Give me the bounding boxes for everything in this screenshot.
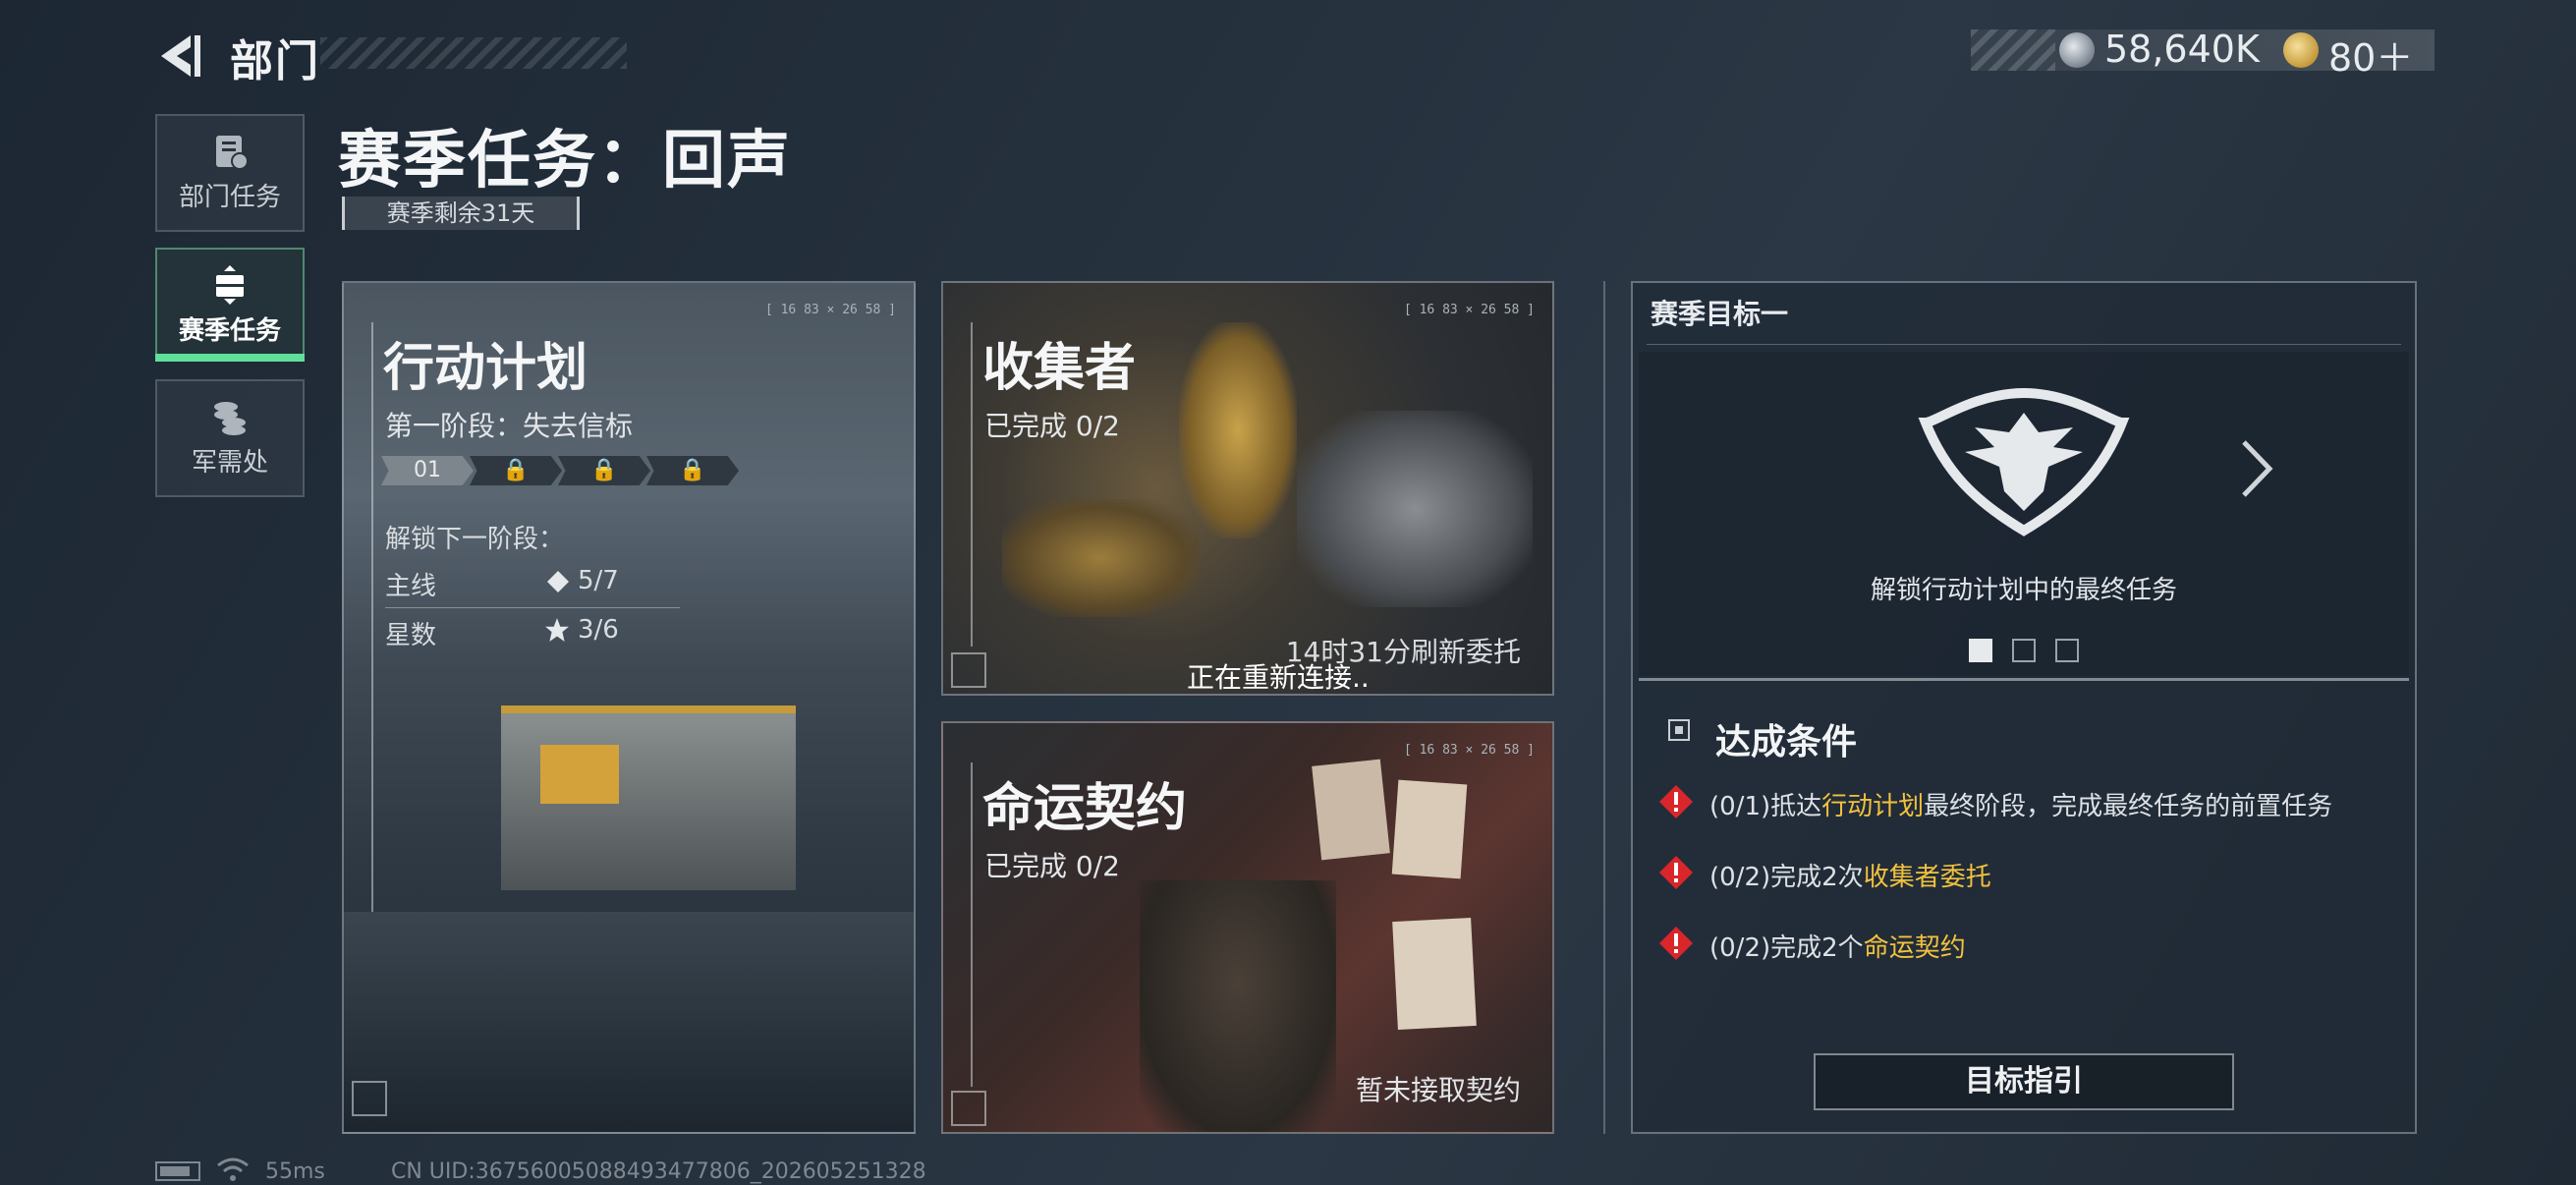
- season-task-icon: [216, 265, 244, 305]
- card-frame-line: [971, 322, 973, 647]
- header-stripe: [320, 37, 627, 69]
- season-remaining-badge: 赛季剩余31天: [342, 197, 580, 230]
- page-dot[interactable]: [2055, 639, 2079, 662]
- expand-corner-icon: [951, 652, 986, 688]
- stage-chip-locked: 🔒: [470, 456, 562, 485]
- silk-cloth: [1297, 411, 1533, 607]
- fate-progress: 已完成 0/2: [984, 850, 1120, 882]
- collector-title: 收集者: [982, 339, 1137, 398]
- conditions-bullet-icon: [1668, 719, 1690, 741]
- warning-icon: [1659, 927, 1693, 960]
- fate-title: 命运契约: [982, 779, 1188, 838]
- wanted-poster: [1392, 917, 1477, 1031]
- warning-icon: [1659, 785, 1693, 818]
- sidebar-item-label: 军需处: [191, 448, 268, 478]
- diamond-icon: [547, 571, 569, 592]
- page-dot[interactable]: [2012, 639, 2036, 662]
- condition-3: (0/2)完成2个命运契约: [1709, 928, 1966, 964]
- condition-prefix: (0/1)抵达: [1709, 792, 1822, 821]
- silver-currency-value: 58,640K: [2104, 28, 2260, 71]
- star-icon: [545, 618, 569, 642]
- unlock-label: 解锁下一阶段：: [385, 525, 565, 554]
- stage-chip-locked: 🔒: [558, 456, 650, 485]
- wifi-icon: [217, 1157, 249, 1181]
- condition-prefix: (0/2)完成2次: [1709, 863, 1864, 892]
- main-value: 5/7: [578, 566, 619, 595]
- sidebar-item-quartermaster[interactable]: 军需处: [155, 379, 305, 497]
- operation-stage: 第一阶段：失去信标: [385, 410, 634, 442]
- lock-icon: 🔒: [590, 458, 618, 482]
- condition-suffix: 最终阶段，完成最终任务的前置任务: [1924, 792, 2333, 821]
- expand-corner-icon: [352, 1081, 387, 1116]
- condition-highlight: 收集者委托: [1863, 863, 1991, 892]
- sidebar-item-label: 部门任务: [178, 183, 281, 212]
- main-label: 主线: [385, 572, 437, 601]
- stars-label: 星数: [385, 621, 437, 650]
- base-water: [344, 912, 914, 1132]
- stage-chip-locked: 🔒: [646, 456, 739, 485]
- clipboard-icon: [216, 136, 249, 170]
- goal-separator: [1639, 678, 2409, 681]
- condition-2: (0/2)完成2次收集者委托: [1709, 857, 1991, 893]
- card-coord: [ 16 83 × 26 58 ]: [1403, 303, 1535, 317]
- wanted-poster: [1391, 779, 1468, 879]
- user-uid: CN UID:36756005088493477806_202605251328: [391, 1159, 926, 1184]
- goal-header-divider: [1647, 344, 2401, 345]
- page-dot-active[interactable]: [1969, 639, 1992, 662]
- ping-value: 55ms: [265, 1159, 325, 1184]
- condition-highlight: 命运契约: [1863, 933, 1966, 963]
- condition-1: (0/1)抵达行动计划最终阶段，完成最终任务的前置任务: [1709, 786, 2332, 822]
- goal-description: 解锁行动计划中的最终任务: [1870, 576, 2177, 605]
- conditions-title: 达成条件: [1715, 722, 1858, 762]
- vertical-divider: [1603, 281, 1605, 1134]
- header-title: 部门: [230, 36, 320, 86]
- currency-stripe: [1971, 29, 2055, 71]
- divider: [385, 607, 680, 608]
- card-coord: [ 16 83 × 26 58 ]: [764, 303, 896, 317]
- gold-currency-value[interactable]: 80＋: [2328, 28, 2413, 82]
- sidebar-item-season-tasks[interactable]: 赛季任务: [155, 248, 305, 358]
- card-coord: [ 16 83 × 26 58 ]: [1403, 743, 1535, 758]
- stars-value: 3/6: [578, 615, 619, 645]
- wanted-poster: [1312, 759, 1390, 861]
- warning-icon: [1659, 856, 1693, 889]
- card-frame-line: [971, 762, 973, 1087]
- collector-card[interactable]: [ 16 83 × 26 58 ] 收集者 已完成 0/2 14时31分刷新委托: [941, 281, 1554, 696]
- base-building-accent: [540, 745, 619, 804]
- goal-header: 赛季目标一: [1651, 298, 1789, 330]
- next-goal-chevron-icon[interactable]: [2230, 434, 2279, 503]
- battery-icon: [155, 1161, 200, 1181]
- operation-plan-card[interactable]: [ 16 83 × 26 58 ] 行动计划 第一阶段：失去信标 解锁下一阶段：…: [342, 281, 916, 1134]
- lock-icon: 🔒: [679, 458, 706, 482]
- reconnect-toast: 正在重新连接..: [1187, 661, 1370, 694]
- silver-coin-icon: [2059, 32, 2095, 68]
- condition-prefix: (0/2)完成2个: [1709, 933, 1864, 963]
- fate-status: 暂未接取契约: [1355, 1074, 1521, 1106]
- gold-coins: [1002, 499, 1199, 617]
- stage-chip-current: 01: [381, 456, 474, 485]
- operation-title: 行动计划: [383, 339, 588, 398]
- fate-contract-card[interactable]: [ 16 83 × 26 58 ] 命运契约 已完成 0/2 暂未接取契约: [941, 721, 1554, 1134]
- goal-guide-button[interactable]: 目标指引: [1814, 1053, 2234, 1110]
- active-indicator: [155, 354, 305, 362]
- condition-highlight: 行动计划: [1821, 792, 1925, 821]
- eagle-emblem-icon: [1918, 387, 2130, 536]
- back-arrow-icon[interactable]: [155, 31, 204, 81]
- expand-corner-icon: [951, 1091, 986, 1126]
- lock-icon: 🔒: [502, 458, 530, 482]
- sidebar-item-label: 赛季任务: [178, 316, 281, 346]
- hooded-figure: [1140, 880, 1336, 1132]
- collector-progress: 已完成 0/2: [984, 410, 1120, 442]
- gold-coin-icon: [2283, 32, 2319, 68]
- sidebar-item-department-tasks[interactable]: 部门任务: [155, 114, 305, 232]
- coins-icon: [214, 402, 246, 435]
- page-title: 赛季任务：回声: [338, 125, 792, 198]
